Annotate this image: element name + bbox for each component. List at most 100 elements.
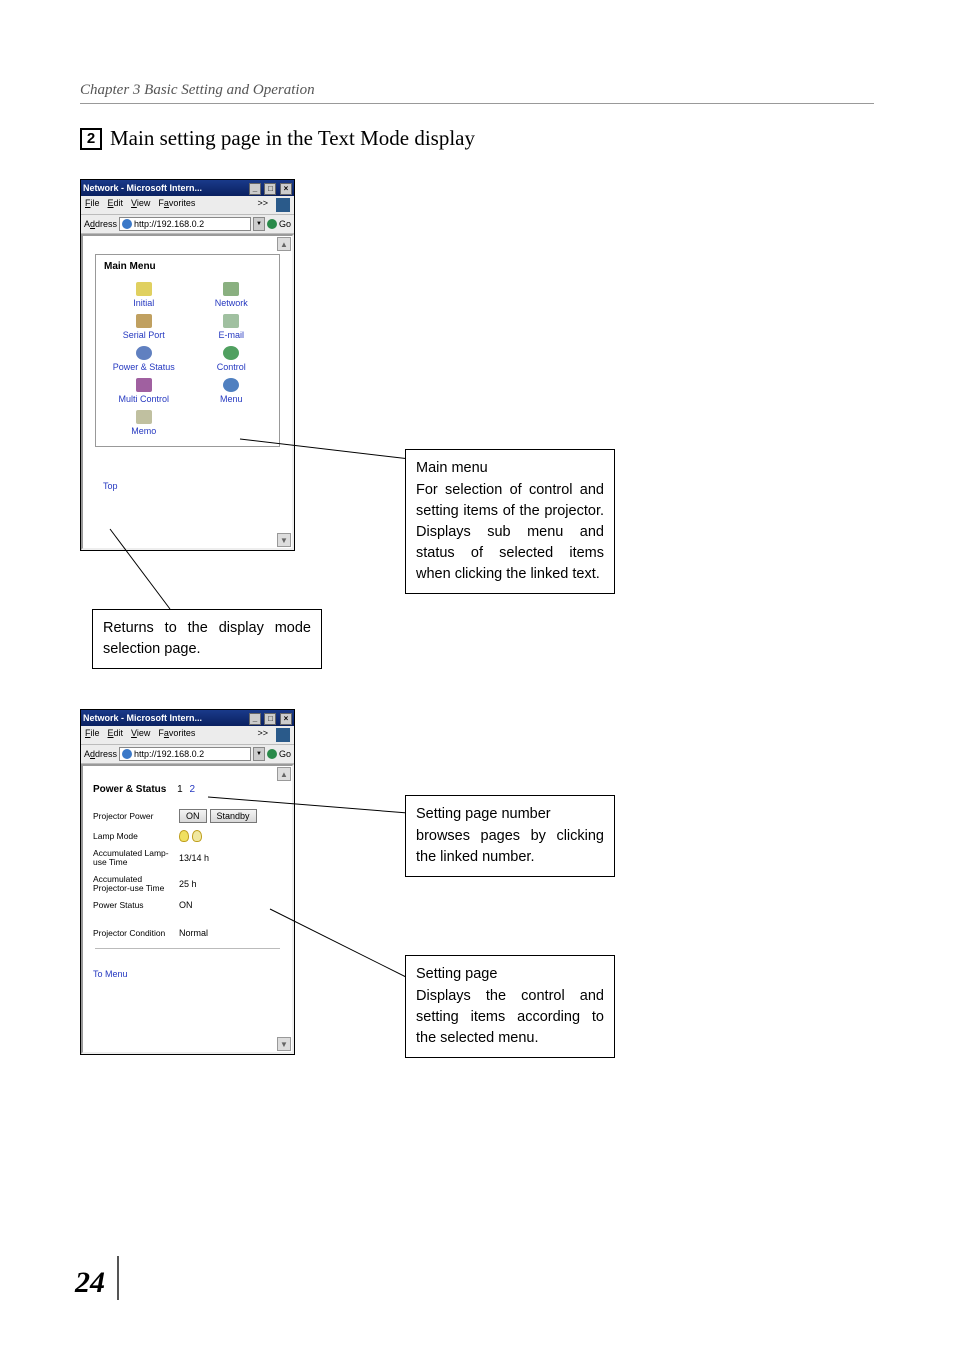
top-link[interactable]: Top <box>103 481 292 491</box>
bulb-dim-icon[interactable] <box>192 830 202 842</box>
address-input[interactable]: http://192.168.0.2 <box>119 747 251 761</box>
scroll-up-button[interactable]: ▲ <box>277 767 291 781</box>
multi-icon <box>136 378 152 392</box>
window-sys-buttons[interactable]: _ □ × <box>248 180 292 196</box>
port-icon <box>136 314 152 328</box>
row-acc-lamp: Accumulated Lamp-use Time 13/14 h <box>93 849 282 868</box>
browser-content: ▲ ▼ Main Menu Initial Network Serial Por… <box>81 234 294 550</box>
power-icon <box>136 346 152 360</box>
row-condition: Projector Condition Normal <box>93 928 282 938</box>
menu-favorites[interactable]: Favorites <box>158 728 195 742</box>
scroll-up-button[interactable]: ▲ <box>277 237 291 251</box>
menu-item-serial[interactable]: Serial Port <box>100 314 188 340</box>
address-value: http://192.168.0.2 <box>134 219 204 229</box>
value: 25 h <box>179 879 197 889</box>
page-icon <box>122 219 132 229</box>
address-label: Address <box>84 749 117 759</box>
value: 13/14 h <box>179 853 209 863</box>
row-power-status: Power Status ON <box>93 900 282 910</box>
label: Accumulated Projector-use Time <box>93 875 179 894</box>
menu-favorites[interactable]: Favorites <box>158 198 195 212</box>
browser-window-main-menu: Network - Microsoft Intern... _ □ × FFil… <box>80 179 295 551</box>
menu-more[interactable]: >> <box>257 198 268 212</box>
menu-item-memo[interactable]: Memo <box>100 410 188 436</box>
callout-heading: Main menu <box>416 458 604 479</box>
menu-view[interactable]: View <box>131 198 150 212</box>
menu-item-multi[interactable]: Multi Control <box>100 378 188 404</box>
value: ON <box>179 900 193 910</box>
menu-item-control[interactable]: Control <box>188 346 276 372</box>
connector-line <box>208 793 408 823</box>
window-title: Network - Microsoft Intern... <box>83 710 202 726</box>
page-icon <box>122 749 132 759</box>
menu-item-network[interactable]: Network <box>188 282 276 308</box>
scroll-down-button[interactable]: ▼ <box>277 1037 291 1051</box>
address-dropdown[interactable]: ▼ <box>253 217 265 231</box>
menu-file[interactable]: File <box>85 728 100 742</box>
menu-item-email[interactable]: E-mail <box>188 314 276 340</box>
bulb-icon[interactable] <box>179 830 189 842</box>
value: Normal <box>179 928 208 938</box>
menu-edit[interactable]: Edit <box>108 198 124 212</box>
callout-body: Displays the control and setting items a… <box>416 986 604 1049</box>
divider <box>95 948 280 949</box>
ie-logo-icon <box>276 198 290 212</box>
window-titlebar: Network - Microsoft Intern... _ □ × <box>81 710 294 726</box>
to-menu-link[interactable]: To Menu <box>93 969 282 979</box>
address-value: http://192.168.0.2 <box>134 749 204 759</box>
callout-body: browses pages by clicking the linked num… <box>416 826 604 868</box>
go-icon <box>267 219 277 229</box>
window-title: Network - Microsoft Intern... <box>83 180 202 196</box>
menu-item-power[interactable]: Power & Status <box>100 346 188 372</box>
address-bar: Address http://192.168.0.2 ▼ Go <box>81 745 294 764</box>
connector-line <box>110 529 190 609</box>
maximize-button[interactable]: □ <box>264 713 276 725</box>
address-label: Address <box>84 219 117 229</box>
menu-edit[interactable]: Edit <box>108 728 124 742</box>
section-number-box: 2 <box>80 128 102 150</box>
close-button[interactable]: × <box>280 183 292 195</box>
close-button[interactable]: × <box>280 713 292 725</box>
section-title: 2 Main setting page in the Text Mode dis… <box>80 126 874 151</box>
section-title-text: Main setting page in the Text Mode displ… <box>110 126 475 151</box>
address-bar: Address http://192.168.0.2 ▼ Go <box>81 215 294 234</box>
page-link-2[interactable]: 2 <box>189 784 195 795</box>
window-titlebar: Network - Microsoft Intern... _ □ × <box>81 180 294 196</box>
menu-more[interactable]: >> <box>257 728 268 742</box>
address-dropdown[interactable]: ▼ <box>253 747 265 761</box>
menubar: File Edit View Favorites >> <box>81 726 294 745</box>
connector-line <box>240 419 410 459</box>
callout-main-menu: Main menu For selection of control and s… <box>405 449 615 594</box>
ie-logo-icon <box>276 728 290 742</box>
callout-setting-page: Setting page Displays the control and se… <box>405 955 615 1058</box>
label: Lamp Mode <box>93 831 179 841</box>
page-link-1[interactable]: 1 <box>177 784 183 795</box>
window-sys-buttons[interactable]: _ □ × <box>248 710 292 726</box>
menu-view[interactable]: View <box>131 728 150 742</box>
go-button[interactable]: Go <box>267 749 291 759</box>
menu-icon <box>223 378 239 392</box>
menu-item-menu[interactable]: Menu <box>188 378 276 404</box>
browser-window-status: Network - Microsoft Intern... _ □ × File… <box>80 709 295 1055</box>
minimize-button[interactable]: _ <box>249 713 261 725</box>
callout-body: Returns to the display mode selection pa… <box>103 618 311 660</box>
callout-heading: Setting page number <box>416 804 604 825</box>
callout-heading: Setting page <box>416 964 604 985</box>
page-number: 24 <box>75 1256 119 1300</box>
label: Projector Condition <box>93 928 179 938</box>
row-lamp-mode: Lamp Mode <box>93 830 282 842</box>
maximize-button[interactable]: □ <box>264 183 276 195</box>
address-input[interactable]: http://192.168.0.2 <box>119 217 251 231</box>
callout-returns: Returns to the display mode selection pa… <box>92 609 322 669</box>
menu-item-initial[interactable]: Initial <box>100 282 188 308</box>
minimize-button[interactable]: _ <box>249 183 261 195</box>
lock-icon <box>136 282 152 296</box>
scroll-down-button[interactable]: ▼ <box>277 533 291 547</box>
on-button[interactable]: ON <box>179 809 207 823</box>
go-button[interactable]: Go <box>267 219 291 229</box>
connector-line <box>270 909 410 979</box>
menu-file[interactable]: FFileile <box>85 198 100 212</box>
callout-setting-number: Setting page number browses pages by cli… <box>405 795 615 877</box>
label: Projector Power <box>93 811 179 821</box>
row-acc-proj: Accumulated Projector-use Time 25 h <box>93 875 282 894</box>
